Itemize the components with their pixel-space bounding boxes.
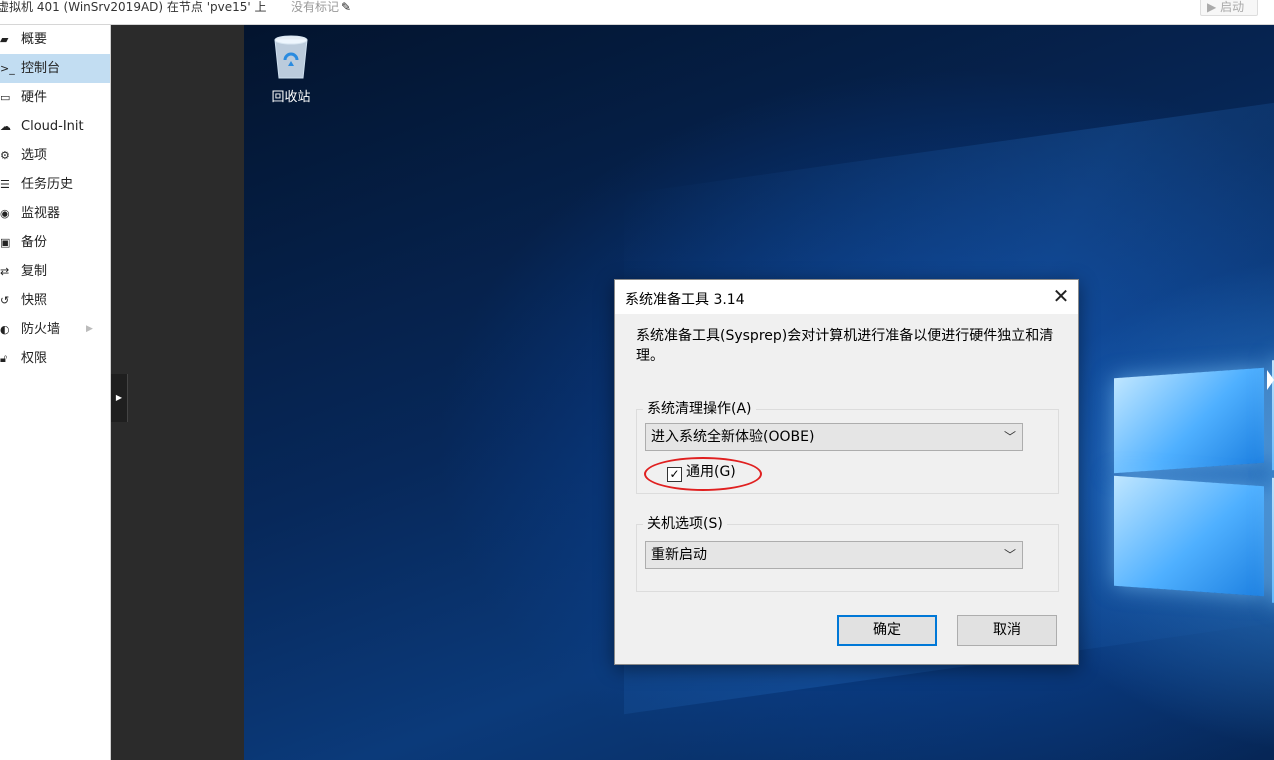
sidebar-item-backup[interactable]: ▣ 备份	[0, 228, 110, 257]
eye-icon: ◉	[0, 207, 10, 220]
shutdown-options-value: 重新启动	[651, 547, 707, 563]
start-button[interactable]: ▶ 启动	[1200, 0, 1258, 16]
cleanup-action-value: 进入系统全新体验(OOBE)	[651, 429, 815, 445]
sidebar-item-summary[interactable]: ▰ 概要	[0, 25, 110, 54]
sidebar-item-monitor[interactable]: ◉ 监视器	[0, 199, 110, 228]
dialog-title: 系统准备工具 3.14	[625, 292, 745, 308]
sidebar-item-label: 概要	[21, 32, 48, 47]
sidebar-item-label: 防火墙	[21, 322, 61, 337]
console-margin	[111, 25, 244, 760]
sidebar-item-options[interactable]: ⚙ 选项	[0, 141, 110, 170]
cleanup-action-select[interactable]: 进入系统全新体验(OOBE) ﹀	[645, 423, 1023, 451]
floppy-icon: ▣	[0, 236, 11, 249]
cloud-icon: ☁	[0, 120, 11, 133]
terminal-icon: >_	[0, 62, 15, 75]
sidebar-item-hardware[interactable]: ▭ 硬件	[0, 83, 110, 112]
sysprep-dialog: 系统准备工具 3.14 ✕ 系统准备工具(Sysprep)会对计算机进行准备以便…	[614, 279, 1079, 665]
expand-panel-handle[interactable]: ▶	[111, 374, 128, 422]
sidebar-item-label: Cloud-Init	[21, 119, 84, 134]
sidebar-item-task-history[interactable]: ☰ 任务历史	[0, 170, 110, 199]
sidebar-item-firewall[interactable]: ◐ 防火墙 ▶	[0, 315, 110, 344]
sidebar-item-permissions[interactable]: 🔓︎ 权限	[0, 344, 110, 373]
sidebar-item-label: 复制	[21, 264, 48, 279]
shield-icon: ◐	[0, 323, 10, 336]
history-icon: ↺	[0, 294, 10, 307]
sidebar-item-label: 快照	[21, 293, 48, 308]
dialog-description: 系统准备工具(Sysprep)会对计算机进行准备以便进行硬件独立和清理。	[636, 328, 1054, 364]
shutdown-options-label: 关机选项(S)	[643, 515, 727, 533]
sidebar-item-label: 任务历史	[21, 177, 74, 192]
start-button-label: 启动	[1220, 0, 1245, 14]
ok-button[interactable]: 确定	[837, 615, 937, 646]
pencil-icon[interactable]: ✎	[341, 0, 351, 14]
sidebar-item-label: 权限	[21, 351, 48, 366]
recycle-bin-label: 回收站	[271, 90, 311, 105]
chevron-down-icon: ﹀	[1003, 548, 1016, 562]
dialog-titlebar[interactable]: 系统准备工具 3.14 ✕	[615, 280, 1078, 314]
cleanup-action-label: 系统清理操作(A)	[643, 400, 756, 418]
unlock-icon: 🔓︎	[0, 352, 8, 365]
tags-field[interactable]: 没有标记 ✎	[291, 0, 351, 14]
sidebar-item-label: 备份	[21, 235, 48, 250]
sidebar-item-label: 控制台	[21, 61, 61, 76]
book-icon: ▰	[0, 33, 9, 46]
sidebar-item-replication[interactable]: ⇄ 复制	[0, 257, 110, 286]
sidebar-item-label: 选项	[21, 148, 48, 163]
sidebar: ▰ 概要 >_ 控制台 ▭ 硬件 ☁ Cloud-Init ⚙ 选项 ☰ 任务历…	[0, 25, 111, 760]
recycle-bin-icon	[271, 34, 311, 80]
retweet-icon: ⇄	[0, 265, 10, 278]
monitor-icon: ▭	[0, 91, 11, 104]
play-icon: ▶	[1207, 0, 1217, 14]
sidebar-item-cloud-init[interactable]: ☁ Cloud-Init	[0, 112, 110, 141]
close-icon[interactable]: ✕	[1047, 283, 1075, 311]
sidebar-item-label: 监视器	[21, 206, 61, 221]
sidebar-item-console[interactable]: >_ 控制台	[0, 54, 110, 83]
mouse-pointer-icon	[1267, 370, 1274, 390]
chevron-down-icon: ﹀	[1003, 430, 1016, 444]
shutdown-options-select[interactable]: 重新启动 ﹀	[645, 541, 1023, 569]
tags-placeholder: 没有标记	[291, 0, 340, 14]
recycle-bin-desktop-icon[interactable]: 回收站	[257, 34, 325, 105]
annotation-circle	[644, 457, 762, 491]
list-icon: ☰	[0, 178, 10, 191]
sidebar-item-label: 硬件	[21, 90, 48, 105]
chevron-right-icon[interactable]: ▶	[86, 315, 93, 344]
caret-right-icon: ▶	[115, 393, 123, 402]
gear-icon: ⚙	[0, 149, 10, 162]
page-title: 虚拟机 401 (WinSrv2019AD) 在节点 'pve15' 上	[0, 0, 267, 14]
cancel-button[interactable]: 取消	[957, 615, 1057, 646]
header-bar: 虚拟机 401 (WinSrv2019AD) 在节点 'pve15' 上 没有标…	[0, 0, 1274, 25]
sidebar-item-snapshots[interactable]: ↺ 快照	[0, 286, 110, 315]
